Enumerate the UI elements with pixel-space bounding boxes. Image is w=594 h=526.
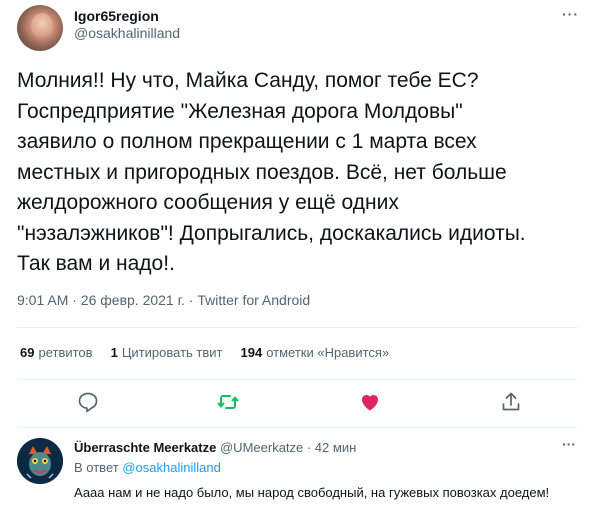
reply-author-name[interactable]: Überraschte Meerkatze <box>74 440 216 455</box>
reply-author-avatar[interactable] <box>17 438 63 484</box>
reply-tweet[interactable]: Überraschte Meerkatze @UMeerkatze · 42 м… <box>0 428 594 526</box>
author-handle[interactable]: @osakhalinilland <box>74 25 180 41</box>
likes-stat[interactable]: 194 отметки «Нравится» <box>241 345 390 360</box>
reply-author-handle[interactable]: @UMeerkatze · 42 мин <box>220 440 356 455</box>
retweets-stat[interactable]: 69 ретвитов <box>20 345 93 360</box>
reply-more-options-icon[interactable]: ··· <box>562 436 576 452</box>
like-button[interactable] <box>358 390 382 414</box>
author-name[interactable]: Igor65region <box>74 8 159 24</box>
action-bar <box>0 390 594 416</box>
reply-author-line[interactable]: Überraschte Meerkatze @UMeerkatze · 42 м… <box>74 440 356 455</box>
share-button[interactable] <box>499 390 523 414</box>
heart-icon <box>362 395 378 411</box>
reply-to-handle-link[interactable]: @osakhalinilland <box>122 460 220 475</box>
retweet-button[interactable] <box>216 390 240 414</box>
meerkat-avatar-icon <box>17 438 63 484</box>
reply-button[interactable] <box>76 390 100 414</box>
reply-to-line: В ответ @osakhalinilland <box>74 460 221 475</box>
reply-text: Аааа нам и не надо было, мы народ свобод… <box>74 485 550 500</box>
reply-to-label: В ответ <box>74 460 119 475</box>
tweet-text: Молния!! Ну что, Майка Санду, помог тебе… <box>17 69 526 275</box>
divider <box>17 327 577 328</box>
tweet-timestamp[interactable]: 9:01 AM · 26 февр. 2021 г. · Twitter for… <box>17 292 310 308</box>
tweet-stats: 69 ретвитов 1 Цитировать твит 194 отметки «… <box>20 345 389 360</box>
retweet-icon <box>217 395 239 409</box>
quotes-stat[interactable]: 1 Цитировать твит <box>111 345 223 360</box>
more-options-icon[interactable]: ··· <box>562 6 579 22</box>
reply-icon <box>78 392 98 413</box>
divider <box>17 379 577 380</box>
author-avatar[interactable] <box>17 5 63 51</box>
share-icon <box>502 392 520 411</box>
